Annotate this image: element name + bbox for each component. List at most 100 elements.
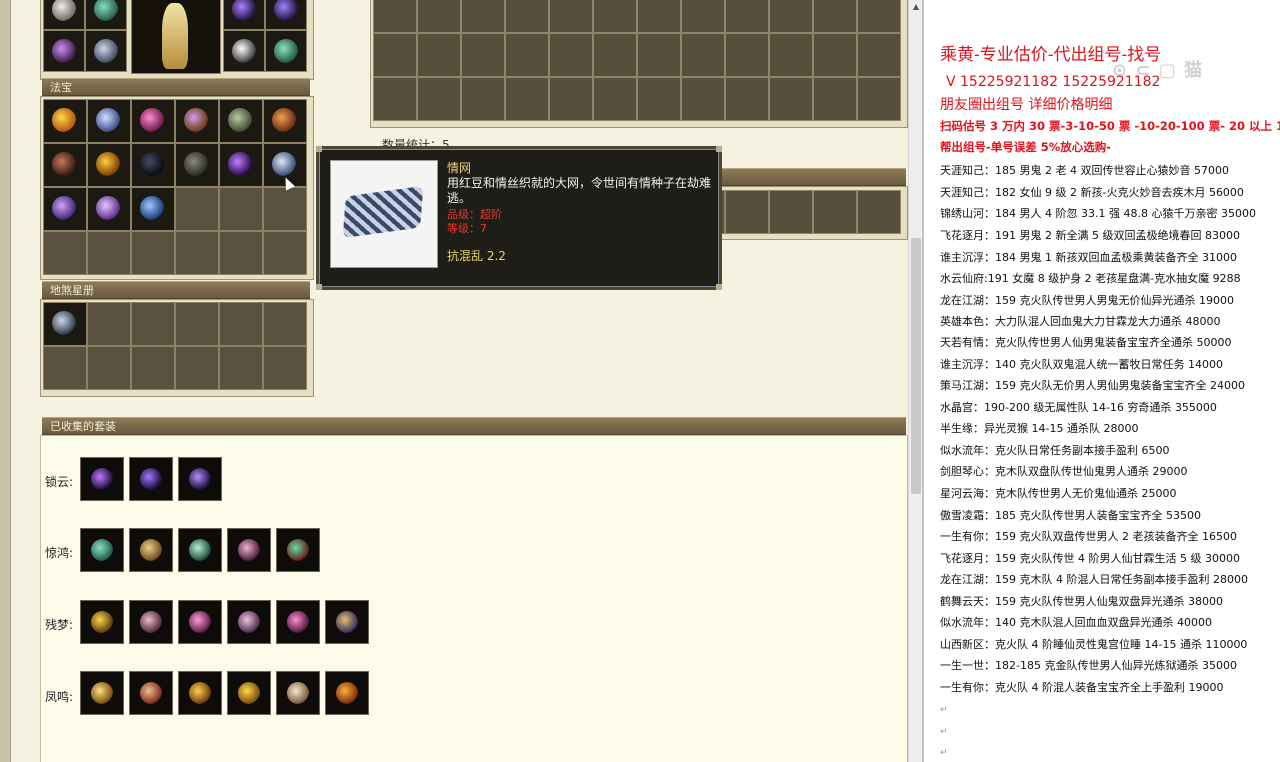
suit-item-icon[interactable] [276, 671, 320, 715]
fabao-slot[interactable] [131, 187, 175, 231]
inventory-cell[interactable] [461, 0, 505, 33]
inventory-cell[interactable] [769, 77, 813, 121]
fabao-slot[interactable] [43, 187, 87, 231]
equipment-slot[interactable] [223, 0, 265, 30]
fabao-slot-empty[interactable] [131, 231, 175, 275]
suit-item-icon[interactable] [178, 671, 222, 715]
inventory-cell[interactable] [857, 33, 901, 77]
collection-slot-empty[interactable] [131, 346, 175, 390]
inventory-cell[interactable] [813, 33, 857, 77]
inventory-cell[interactable] [857, 190, 901, 234]
scroll-up-icon[interactable]: ▲ [909, 0, 922, 14]
equipment-slot[interactable] [265, 30, 307, 72]
inventory-cell[interactable] [373, 33, 417, 77]
fabao-slot[interactable] [175, 143, 219, 187]
fabao-slot[interactable] [43, 143, 87, 187]
inventory-cell[interactable] [681, 33, 725, 77]
fabao-slot[interactable] [175, 99, 219, 143]
equipment-slot[interactable] [85, 0, 127, 30]
inventory-cell[interactable] [637, 0, 681, 33]
suit-item-icon[interactable] [227, 528, 271, 572]
inventory-cell[interactable] [769, 33, 813, 77]
inventory-cell[interactable] [549, 77, 593, 121]
inventory-cell[interactable] [857, 77, 901, 121]
fabao-slot-empty[interactable] [219, 231, 263, 275]
inventory-cell[interactable] [725, 33, 769, 77]
fabao-slot[interactable] [43, 99, 87, 143]
suit-item-icon[interactable] [178, 528, 222, 572]
inventory-cell[interactable] [505, 0, 549, 33]
fabao-slot[interactable] [131, 99, 175, 143]
suit-item-icon[interactable] [129, 457, 173, 501]
suit-item-icon[interactable] [129, 671, 173, 715]
suit-item-icon[interactable] [227, 671, 271, 715]
fabao-slot-empty[interactable] [263, 187, 307, 231]
inventory-cell[interactable] [769, 0, 813, 33]
inventory-cell[interactable] [813, 0, 857, 33]
inventory-cell[interactable] [813, 190, 857, 234]
collection-slot-empty[interactable] [175, 346, 219, 390]
collection-slot-empty[interactable] [219, 302, 263, 346]
fabao-slot[interactable] [263, 99, 307, 143]
equipment-slot[interactable] [85, 30, 127, 72]
fabao-slot[interactable] [131, 143, 175, 187]
inventory-cell[interactable] [769, 190, 813, 234]
inventory-cell[interactable] [549, 0, 593, 33]
collection-slot-empty[interactable] [219, 346, 263, 390]
collection-slot-empty[interactable] [131, 302, 175, 346]
fabao-slot-empty[interactable] [219, 187, 263, 231]
suit-item-icon[interactable] [129, 600, 173, 644]
suit-item-icon[interactable] [325, 600, 369, 644]
inventory-cell[interactable] [417, 77, 461, 121]
collection-slot-empty[interactable] [263, 302, 307, 346]
suit-item-icon[interactable] [80, 600, 124, 644]
inventory-cell[interactable] [593, 0, 637, 33]
fabao-slot-empty[interactable] [175, 231, 219, 275]
suit-item-icon[interactable] [276, 528, 320, 572]
fabao-slot-empty[interactable] [43, 231, 87, 275]
inventory-cell[interactable] [461, 33, 505, 77]
equipment-slot[interactable] [43, 30, 85, 72]
inventory-cell[interactable] [461, 77, 505, 121]
collection-slot-empty[interactable] [87, 346, 131, 390]
fabao-slot-empty[interactable] [87, 231, 131, 275]
suit-item-icon[interactable] [80, 671, 124, 715]
inventory-cell[interactable] [505, 77, 549, 121]
suit-item-icon[interactable] [227, 600, 271, 644]
inventory-cell[interactable] [417, 33, 461, 77]
inventory-cell[interactable] [549, 33, 593, 77]
fabao-slot[interactable] [87, 143, 131, 187]
collection-slot[interactable] [43, 302, 87, 346]
inventory-cell[interactable] [681, 77, 725, 121]
inventory-cell[interactable] [857, 0, 901, 33]
fabao-slot[interactable] [219, 143, 263, 187]
fabao-slot-empty[interactable] [263, 231, 307, 275]
equipment-slot[interactable] [223, 30, 265, 72]
suit-item-icon[interactable] [276, 600, 320, 644]
collection-slot-empty[interactable] [43, 346, 87, 390]
inventory-cell[interactable] [725, 0, 769, 33]
inventory-cell[interactable] [637, 77, 681, 121]
collection-slot-empty[interactable] [175, 302, 219, 346]
vertical-scrollbar[interactable]: ▲ [908, 0, 922, 762]
suit-item-icon[interactable] [178, 600, 222, 644]
fabao-slot-empty[interactable] [175, 187, 219, 231]
inventory-cell[interactable] [725, 190, 769, 234]
suit-item-icon[interactable] [80, 457, 124, 501]
inventory-cell[interactable] [681, 0, 725, 33]
equipment-slot[interactable] [265, 0, 307, 30]
inventory-cell[interactable] [417, 0, 461, 33]
inventory-cell[interactable] [593, 33, 637, 77]
suit-item-icon[interactable] [80, 528, 124, 572]
suit-item-icon[interactable] [129, 528, 173, 572]
inventory-cell[interactable] [637, 33, 681, 77]
suit-item-icon[interactable] [178, 457, 222, 501]
inventory-cell[interactable] [373, 0, 417, 33]
inventory-cell[interactable] [725, 77, 769, 121]
fabao-slot[interactable] [87, 99, 131, 143]
fabao-slot[interactable] [87, 187, 131, 231]
collection-slot-empty[interactable] [87, 302, 131, 346]
inventory-cell[interactable] [813, 77, 857, 121]
collection-slot-empty[interactable] [263, 346, 307, 390]
suit-item-icon[interactable] [325, 671, 369, 715]
